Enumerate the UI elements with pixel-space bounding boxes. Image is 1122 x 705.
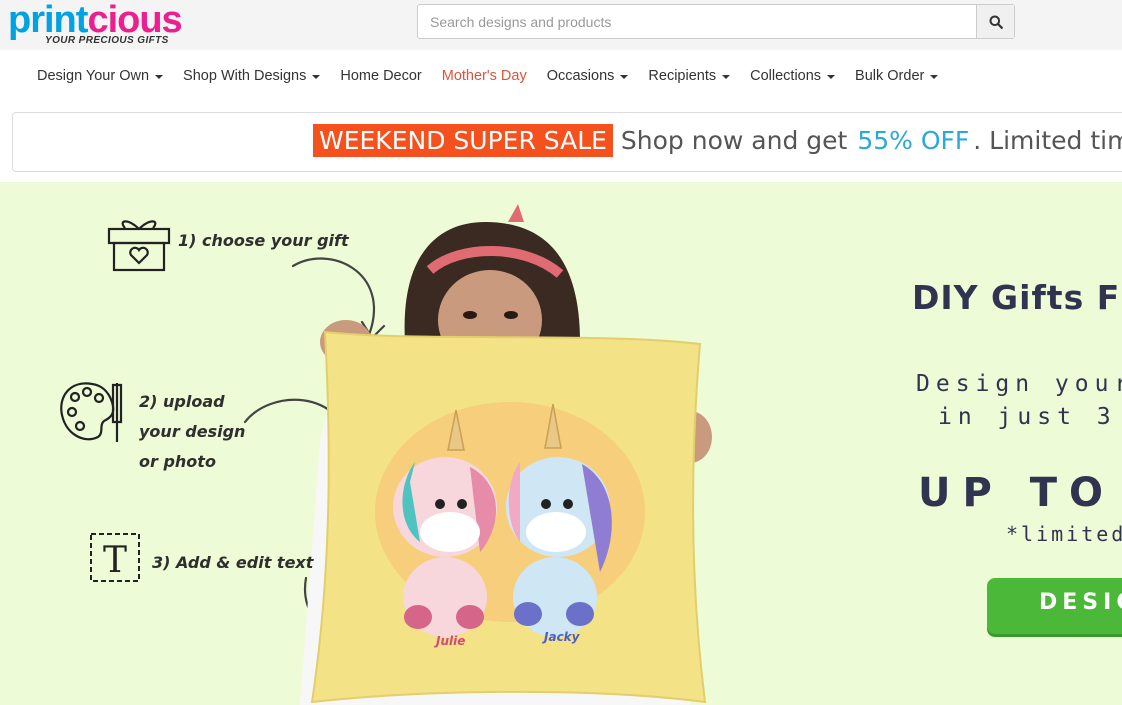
promo-text: Shop now and get [620,126,848,155]
nav-item-label: Shop With Designs [183,68,307,84]
step-2-label: 2) upload your design or photo [139,392,246,471]
nav-item-label: Collections [750,68,822,84]
hero-banner[interactable]: T 1) choose your gift 2) upload your des… [0,182,1122,705]
logo-tagline: YOUR PRECIOUS GIFTS [45,35,169,46]
promo-banner[interactable]: WEEKEND SUPER SALE Shop now and get 55% … [12,112,1122,172]
caret-down-icon [827,75,836,79]
svg-text:T: T [103,540,127,581]
promo-tail: . Limited time o [973,126,1122,155]
step-3-label: 3) Add & edit text [152,553,314,572]
search-icon [989,15,1003,29]
nav-item-label: Occasions [546,68,615,84]
hero-discount: UP TO 6 [918,470,1122,516]
hero-limited-note: *limited [1006,522,1122,546]
caret-down-icon [620,75,629,79]
main-navigation: Design Your Own Shop With Designs Home D… [0,50,1122,102]
sale-tag: WEEKEND SUPER SALE [313,124,613,157]
nav-item-collections[interactable]: Collections [740,68,845,84]
hero-subtitle-line1: Design your [916,371,1122,397]
caret-down-icon [155,75,164,79]
nav-item-label: Recipients [648,68,717,84]
top-header: printcious YOUR PRECIOUS GIFTS [0,0,1122,50]
pillow-name-right: Jacky [544,630,580,644]
nav-item-bulk-order[interactable]: Bulk Order [845,68,948,84]
nav-item-occasions[interactable]: Occasions [537,68,639,84]
hero-subtitle: Design your in just 3 s [916,368,1122,434]
nav-item-label: Design Your Own [37,68,150,84]
nav-item-label: Bulk Order [855,68,925,84]
caret-down-icon [312,75,321,79]
nav-item-label: Mother's Day [441,68,527,84]
search-bar [417,4,1015,39]
promo-discount: 55% OFF [857,126,970,155]
pillow-name-left: Julie [436,634,466,648]
nav-item-label: Home Decor [340,68,422,84]
design-now-button[interactable]: DESIG [987,578,1122,634]
caret-down-icon [722,75,731,79]
nav-item-recipients[interactable]: Recipients [638,68,740,84]
printcious-logo[interactable]: printcious YOUR PRECIOUS GIFTS [8,0,208,47]
nav-item-shop-with-designs[interactable]: Shop With Designs [173,68,330,84]
gift-box-icon [107,220,171,272]
text-tool-icon: T [90,533,140,582]
search-button[interactable] [976,5,1014,38]
step-1-label: 1) choose your gift [178,231,349,250]
pillow-product-image [310,330,707,704]
nav-item-design-your-own[interactable]: Design Your Own [27,68,173,84]
caret-down-icon [930,75,939,79]
hero-title: DIY Gifts F [912,278,1121,317]
palette-icon [60,382,123,442]
hero-subtitle-line2: in just 3 s [938,404,1122,430]
search-input[interactable] [418,5,976,38]
nav-item-home-decor[interactable]: Home Decor [330,68,431,84]
nav-item-mothers-day[interactable]: Mother's Day [432,68,537,84]
